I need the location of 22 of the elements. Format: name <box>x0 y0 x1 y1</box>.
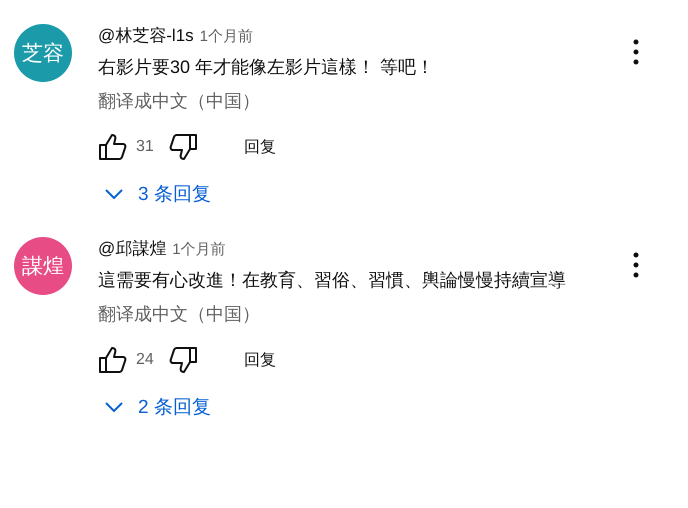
view-replies-button[interactable]: 2 条回复 <box>104 394 610 420</box>
chevron-down-icon <box>104 187 124 201</box>
view-replies-button[interactable]: 3 条回复 <box>104 181 610 207</box>
dislike-icon[interactable] <box>168 132 198 162</box>
author-name[interactable]: @邱謀煌 <box>98 237 166 260</box>
translate-link[interactable]: 翻译成中文（中国） <box>98 300 610 328</box>
comment-text: 這需要有心改進！在教育、習俗、習慣、輿論慢慢持續宣導 <box>98 269 567 292</box>
translate-link[interactable]: 翻译成中文（中国） <box>98 87 610 115</box>
avatar[interactable]: 謀煌 <box>14 237 72 295</box>
reply-button[interactable]: 回复 <box>238 132 282 162</box>
like-icon[interactable] <box>98 132 128 162</box>
dislike-icon[interactable] <box>168 345 198 375</box>
avatar[interactable]: 芝容 <box>14 24 72 82</box>
comment-time[interactable]: 1个月前 <box>200 27 253 46</box>
like-count: 31 <box>136 138 154 156</box>
chevron-down-icon <box>104 400 124 414</box>
comment-time[interactable]: 1个月前 <box>172 240 226 259</box>
like-icon[interactable] <box>98 345 128 375</box>
author-name[interactable]: @林芝容-l1s <box>98 24 194 47</box>
like-count: 24 <box>136 351 154 369</box>
comment-text: 右影片要30 年才能像左影片這樣！ 等吧！ <box>98 56 436 79</box>
reply-button[interactable]: 回复 <box>238 346 282 374</box>
